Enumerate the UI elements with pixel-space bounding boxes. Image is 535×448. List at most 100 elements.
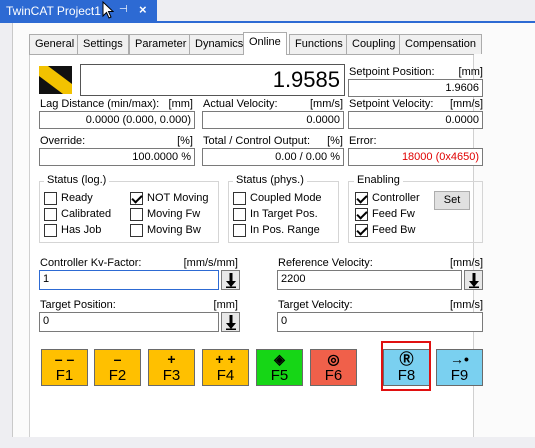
panel-bottom-bar xyxy=(12,437,535,448)
pin-icon[interactable]: ⊣ xyxy=(119,4,128,15)
actual-position-display: 1.9585 xyxy=(80,64,345,96)
feed-fw-checkbox-box[interactable] xyxy=(355,208,368,221)
f3-label: F3 xyxy=(162,367,181,384)
not-moving-checkbox-box[interactable] xyxy=(130,192,143,205)
override-unit: [%] xyxy=(177,135,193,147)
setpoint-velocity-label: Setpoint Velocity: xyxy=(349,98,434,110)
panel-left-edge xyxy=(0,23,12,448)
target-velocity-unit: [mm/s] xyxy=(450,299,483,311)
close-icon[interactable]: × xyxy=(139,2,147,17)
setpoint-velocity-field: 0.0000 xyxy=(348,111,483,129)
in-pos-range-checkbox-box[interactable] xyxy=(233,224,246,237)
f4-label: F4 xyxy=(216,367,235,384)
mouse-cursor-icon xyxy=(102,1,114,19)
calibrated-label: Calibrated xyxy=(61,208,112,220)
target-position-label: Target Position: xyxy=(40,299,116,311)
tab-online[interactable]: Online xyxy=(243,32,287,55)
status-phys-title: Status (phys.) xyxy=(233,174,307,186)
feed-fw-label: Feed Fw xyxy=(372,208,415,220)
axis-icon xyxy=(39,66,72,94)
ref-velocity-label: Reference Velocity: xyxy=(278,257,373,269)
feed-bw-checkbox-box[interactable] xyxy=(355,224,368,237)
override-label: Override: xyxy=(40,135,86,147)
kv-factor-label: Controller Kv-Factor: xyxy=(40,257,142,269)
output-label: Total / Control Output: xyxy=(203,135,310,147)
in-target-pos-label: In Target Pos. xyxy=(250,208,318,220)
lag-distance-label: Lag Distance (min/max): xyxy=(40,98,160,110)
coupled-mode-checkbox-box[interactable] xyxy=(233,192,246,205)
setpoint-position-unit: [mm] xyxy=(458,66,483,78)
ready-checkbox-box[interactable] xyxy=(44,192,57,205)
tab-compensation[interactable]: Compensation xyxy=(399,34,482,54)
backward-icon: – xyxy=(113,351,122,367)
not-moving-label: NOT Moving xyxy=(147,192,209,204)
setpoint-position-field: 1.9606 xyxy=(348,79,483,97)
f9-button[interactable]: →• F9 xyxy=(436,349,483,386)
start-icon: ◈ xyxy=(274,351,285,367)
f8-highlight-frame xyxy=(381,341,431,391)
tab-general[interactable]: General xyxy=(29,34,81,54)
in-pos-range-label: In Pos. Range xyxy=(250,224,320,236)
coupled-mode-label: Coupled Mode xyxy=(250,192,322,204)
calibrated-checkbox-box[interactable] xyxy=(44,208,57,221)
target-velocity-label: Target Velocity: xyxy=(278,299,353,311)
in-target-pos-checkbox-box[interactable] xyxy=(233,208,246,221)
kv-factor-input[interactable]: 1 xyxy=(39,270,219,290)
target-position-input[interactable]: 0 xyxy=(39,312,219,332)
controller-checkbox-box[interactable] xyxy=(355,192,368,205)
has-job-checkbox-box[interactable] xyxy=(44,224,57,237)
f2-label: F2 xyxy=(108,367,127,384)
status-log-title: Status (log.) xyxy=(44,174,110,186)
setpoint-velocity-unit: [mm/s] xyxy=(450,98,483,110)
f3-button[interactable]: + F3 xyxy=(148,349,195,386)
actual-velocity-field: 0.0000 xyxy=(202,111,344,129)
fast-forward-icon: + + xyxy=(215,351,236,367)
error-label: Error: xyxy=(349,135,377,147)
target-position-unit: [mm] xyxy=(213,299,238,311)
arrow-down-icon xyxy=(226,273,236,288)
set-button[interactable]: Set xyxy=(434,191,470,210)
kv-factor-download-button[interactable] xyxy=(221,270,240,290)
actual-velocity-label: Actual Velocity: xyxy=(203,98,278,110)
tab-functions[interactable]: Functions xyxy=(289,34,349,54)
f1-button[interactable]: – – F1 xyxy=(41,349,88,386)
output-field: 0.00 / 0.00 % xyxy=(202,148,344,166)
arrow-down-icon xyxy=(469,273,479,288)
tab-parameter[interactable]: Parameter xyxy=(129,34,193,54)
tab-dynamics[interactable]: Dynamics xyxy=(189,34,250,54)
f5-label: F5 xyxy=(270,367,289,384)
stop-icon: ◎ xyxy=(327,351,340,367)
target-position-download-button[interactable] xyxy=(221,312,240,332)
target-velocity-input[interactable]: 0 xyxy=(277,312,483,332)
actual-velocity-unit: [mm/s] xyxy=(310,98,343,110)
f1-label: F1 xyxy=(55,367,74,384)
f5-button[interactable]: ◈ F5 xyxy=(256,349,303,386)
reference-icon: →• xyxy=(450,351,469,367)
moving-fw-checkbox-box[interactable] xyxy=(130,208,143,221)
tab-coupling[interactable]: Coupling xyxy=(346,34,402,54)
moving-fw-label: Moving Fw xyxy=(147,208,201,220)
feed-bw-label: Feed Bw xyxy=(372,224,416,236)
f6-button[interactable]: ◎ F6 xyxy=(310,349,357,386)
override-field: 100.0000 % xyxy=(39,148,195,166)
arrow-down-icon xyxy=(226,315,236,330)
forward-icon: + xyxy=(167,351,176,367)
f9-label: F9 xyxy=(450,367,469,384)
ref-velocity-input[interactable]: 2200 xyxy=(277,270,462,290)
tab-settings[interactable]: Settings xyxy=(77,34,129,54)
fast-backward-icon: – – xyxy=(54,351,75,367)
ref-velocity-unit: [mm/s] xyxy=(450,257,483,269)
lag-distance-unit: [mm] xyxy=(168,98,193,110)
moving-bw-checkbox-box[interactable] xyxy=(130,224,143,237)
document-tab[interactable]: TwinCAT Project1 ⊣ × xyxy=(0,0,157,23)
has-job-label: Has Job xyxy=(61,224,102,236)
f4-button[interactable]: + + F4 xyxy=(202,349,249,386)
ref-velocity-download-button[interactable] xyxy=(464,270,483,290)
f2-button[interactable]: – F2 xyxy=(94,349,141,386)
lag-distance-field: 0.0000 (0.000, 0.000) xyxy=(39,111,195,129)
ready-label: Ready xyxy=(61,192,93,204)
output-unit: [%] xyxy=(327,135,343,147)
moving-bw-label: Moving Bw xyxy=(147,224,201,236)
document-tab-title: TwinCAT Project1 xyxy=(6,4,101,18)
kv-factor-unit: [mm/s/mm] xyxy=(183,257,238,269)
